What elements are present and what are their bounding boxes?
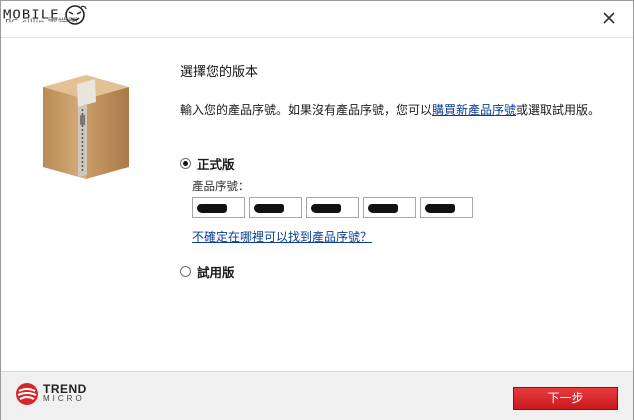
title-bar: MOBILE PC-cillin 雲端版 xyxy=(1,1,633,38)
trial-version-option[interactable]: 試用版 xyxy=(180,262,235,281)
serial-field-4[interactable] xyxy=(363,197,416,218)
redaction-mark xyxy=(368,204,398,213)
redaction-mark xyxy=(254,204,284,213)
serial-field-5[interactable] xyxy=(420,197,473,218)
brand-subname: MICRO xyxy=(43,394,85,403)
full-version-option[interactable]: 正式版 xyxy=(180,154,235,173)
full-version-radio[interactable] xyxy=(180,158,191,169)
redaction-mark xyxy=(197,204,227,213)
trend-micro-logo: TREND MICRO xyxy=(15,382,87,406)
serial-field-1[interactable] xyxy=(192,197,245,218)
close-icon[interactable] xyxy=(599,8,619,28)
serial-field-3[interactable] xyxy=(306,197,359,218)
serial-field-2[interactable] xyxy=(249,197,302,218)
serial-number-fields xyxy=(192,197,473,218)
serial-number-label: 產品序號： xyxy=(192,179,250,193)
find-serial-help-link[interactable]: 不確定在哪裡可以找到產品序號？ xyxy=(192,228,372,245)
installer-window: MOBILE PC-cillin 雲端版 選擇您的版本 輸入您的產品序號。如果沒… xyxy=(0,0,634,420)
instructions-text: 輸入您的產品序號。如果沒有產品序號，您可以購買新產品序號或選取試用版。 xyxy=(180,101,600,118)
trial-version-radio[interactable] xyxy=(180,266,191,277)
redaction-mark xyxy=(311,204,341,213)
instructions-suffix: 或選取試用版。 xyxy=(516,103,601,117)
brand-name: TREND xyxy=(43,382,87,396)
buy-serial-link[interactable]: 購買新產品序號 xyxy=(432,103,516,117)
package-box-icon xyxy=(43,75,129,179)
trend-micro-ball-icon xyxy=(16,383,38,405)
footer-bar: TREND MICRO 下一步 xyxy=(1,371,633,420)
page-title: 選擇您的版本 xyxy=(180,65,259,80)
redaction-mark xyxy=(425,204,455,213)
next-button[interactable]: 下一步 xyxy=(513,387,618,410)
instructions-prefix: 輸入您的產品序號。如果沒有產品序號，您可以 xyxy=(180,103,433,117)
trial-version-label: 試用版 xyxy=(197,265,235,280)
full-version-label: 正式版 xyxy=(197,157,235,172)
